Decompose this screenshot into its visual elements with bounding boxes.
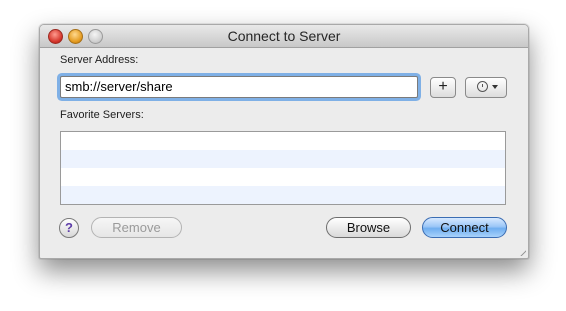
remove-button[interactable]: Remove bbox=[91, 217, 182, 238]
favorite-servers-list[interactable] bbox=[60, 131, 506, 205]
add-favorite-button[interactable]: + bbox=[430, 77, 456, 98]
server-address-input[interactable]: smb://server/share bbox=[60, 76, 418, 98]
favorite-servers-label: Favorite Servers: bbox=[60, 109, 144, 121]
help-button[interactable]: ? bbox=[59, 218, 79, 238]
title-bar[interactable]: Connect to Server bbox=[40, 25, 528, 48]
list-row[interactable] bbox=[61, 132, 505, 150]
server-address-label: Server Address: bbox=[60, 54, 139, 66]
recent-servers-button[interactable] bbox=[465, 77, 507, 98]
window-title: Connect to Server bbox=[227, 28, 341, 44]
list-row[interactable] bbox=[61, 150, 505, 168]
connect-button[interactable]: Connect bbox=[422, 217, 507, 238]
clock-icon bbox=[477, 81, 488, 92]
list-row[interactable] bbox=[61, 186, 505, 204]
resize-grip[interactable] bbox=[516, 246, 526, 256]
chevron-down-icon bbox=[492, 85, 498, 89]
browse-button[interactable]: Browse bbox=[326, 217, 411, 238]
connect-to-server-window: Connect to Server Server Address: smb://… bbox=[39, 24, 529, 259]
list-row[interactable] bbox=[61, 168, 505, 186]
